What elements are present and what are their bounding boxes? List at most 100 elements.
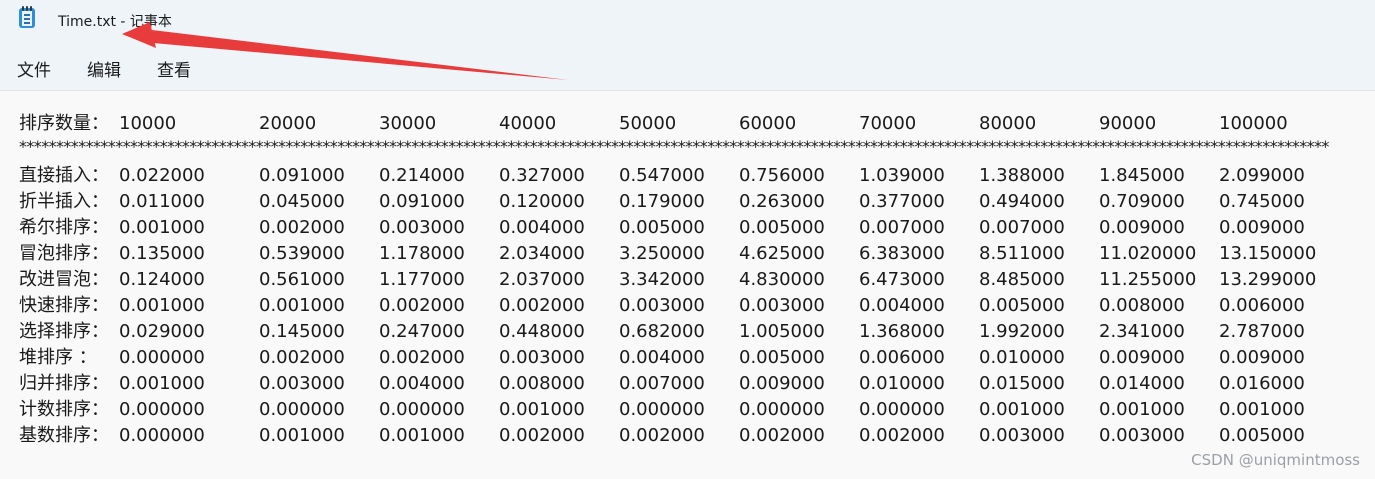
time-value: 0.002000 (859, 425, 945, 446)
time-value: 0.247000 (379, 321, 465, 342)
time-value: 0.006000 (1219, 295, 1305, 316)
size-value: 30000 (379, 113, 437, 134)
table-row: 直接插入： 0.022000 0.091000 0.214000 0.327000 0.5… (0, 163, 1375, 189)
time-value: 0.008000 (1099, 295, 1185, 316)
time-value: 11.020000 (1099, 243, 1197, 264)
time-value: 8.485000 (979, 269, 1065, 290)
time-value: 0.001000 (259, 425, 345, 446)
time-value: 0.003000 (379, 217, 465, 238)
time-value: 8.511000 (979, 243, 1065, 264)
time-value: 0.709000 (1099, 191, 1185, 212)
time-value: 0.004000 (859, 295, 945, 316)
time-value: 0.000000 (119, 399, 205, 420)
time-value: 0.539000 (259, 243, 345, 264)
table-row: 选择排序： 0.029000 0.145000 0.247000 0.448000 0.6… (0, 319, 1375, 345)
time-value: 1.845000 (1099, 165, 1185, 186)
row-label: 归并排序： (19, 373, 109, 394)
time-value: 6.383000 (859, 243, 945, 264)
time-value: 3.342000 (619, 269, 705, 290)
time-value: 0.007000 (859, 217, 945, 238)
time-value: 0.001000 (1099, 399, 1185, 420)
time-value: 0.009000 (1219, 217, 1305, 238)
time-value: 0.011000 (119, 191, 205, 212)
row-label: 计数排序： (19, 399, 109, 420)
time-value: 0.007000 (979, 217, 1065, 238)
time-value: 0.015000 (979, 373, 1065, 394)
time-value: 0.000000 (119, 425, 205, 446)
time-value: 0.745000 (1219, 191, 1305, 212)
row-label: 冒泡排序： (19, 243, 109, 264)
time-value: 0.001000 (1219, 399, 1305, 420)
size-value: 100000 (1219, 113, 1288, 134)
size-value: 80000 (979, 113, 1037, 134)
time-value: 0.448000 (499, 321, 585, 342)
time-value: 2.034000 (499, 243, 585, 264)
table-row: 改进冒泡： 0.124000 0.561000 1.177000 2.037000 3.3… (0, 267, 1375, 293)
table-row: 希尔排序： 0.001000 0.002000 0.003000 0.004000 0.0… (0, 215, 1375, 241)
time-value: 0.002000 (739, 425, 825, 446)
time-value: 0.003000 (259, 373, 345, 394)
time-value: 0.120000 (499, 191, 585, 212)
time-value: 0.002000 (379, 347, 465, 368)
row-label: 折半插入： (19, 191, 109, 212)
table-row: 折半插入： 0.011000 0.045000 0.091000 0.120000 0.1… (0, 189, 1375, 215)
time-value: 0.377000 (859, 191, 945, 212)
size-value: 90000 (1099, 113, 1157, 134)
time-value: 13.150000 (1219, 243, 1317, 264)
time-value: 0.001000 (119, 295, 205, 316)
time-value: 0.263000 (739, 191, 825, 212)
time-value: 2.341000 (1099, 321, 1185, 342)
time-value: 0.002000 (379, 295, 465, 316)
time-value: 0.001000 (979, 399, 1065, 420)
text-editor-area[interactable]: 排序数量： 10000 20000 30000 40000 50000 6000… (0, 91, 1375, 479)
time-value: 0.005000 (619, 217, 705, 238)
time-value: 1.178000 (379, 243, 465, 264)
time-value: 0.007000 (619, 373, 705, 394)
row-label: 希尔排序： (19, 217, 109, 238)
size-value: 60000 (739, 113, 797, 134)
time-value: 0.002000 (259, 217, 345, 238)
time-value: 0.179000 (619, 191, 705, 212)
time-value: 0.000000 (739, 399, 825, 420)
time-value: 0.003000 (499, 347, 585, 368)
time-value: 0.327000 (499, 165, 585, 186)
time-value: 0.135000 (119, 243, 205, 264)
time-value: 0.091000 (379, 191, 465, 212)
row-label: 堆排序 ： (19, 347, 97, 368)
size-value: 40000 (499, 113, 557, 134)
time-value: 1.005000 (739, 321, 825, 342)
time-value: 0.682000 (619, 321, 705, 342)
separator-line: ****************************************… (19, 137, 1329, 156)
time-value: 0.547000 (619, 165, 705, 186)
time-value: 0.494000 (979, 191, 1065, 212)
table-row: 快速排序： 0.001000 0.001000 0.002000 0.002000 0.0… (0, 293, 1375, 319)
time-value: 0.045000 (259, 191, 345, 212)
time-value: 6.473000 (859, 269, 945, 290)
time-value: 0.005000 (1219, 425, 1305, 446)
time-value: 0.004000 (619, 347, 705, 368)
time-value: 0.001000 (379, 425, 465, 446)
time-value: 0.005000 (739, 217, 825, 238)
time-value: 0.006000 (859, 347, 945, 368)
time-value: 0.002000 (259, 347, 345, 368)
time-value: 0.124000 (119, 269, 205, 290)
time-value: 4.830000 (739, 269, 825, 290)
time-value: 0.145000 (259, 321, 345, 342)
row-label: 直接插入： (19, 165, 109, 186)
time-value: 0.009000 (739, 373, 825, 394)
time-value: 0.004000 (499, 217, 585, 238)
time-value: 0.000000 (379, 399, 465, 420)
time-value: 0.009000 (1099, 217, 1185, 238)
time-value: 0.004000 (379, 373, 465, 394)
time-value: 13.299000 (1219, 269, 1317, 290)
table-row: 基数排序： 0.000000 0.001000 0.001000 0.002000 0.0… (0, 423, 1375, 449)
time-value: 0.001000 (119, 217, 205, 238)
time-value: 0.214000 (379, 165, 465, 186)
table-row: 计数排序： 0.000000 0.000000 0.000000 0.001000 0.0… (0, 397, 1375, 423)
time-value: 3.250000 (619, 243, 705, 264)
time-value: 0.000000 (119, 347, 205, 368)
time-value: 4.625000 (739, 243, 825, 264)
time-value: 0.002000 (499, 295, 585, 316)
time-value: 2.787000 (1219, 321, 1305, 342)
row-label: 改进冒泡： (19, 269, 109, 290)
